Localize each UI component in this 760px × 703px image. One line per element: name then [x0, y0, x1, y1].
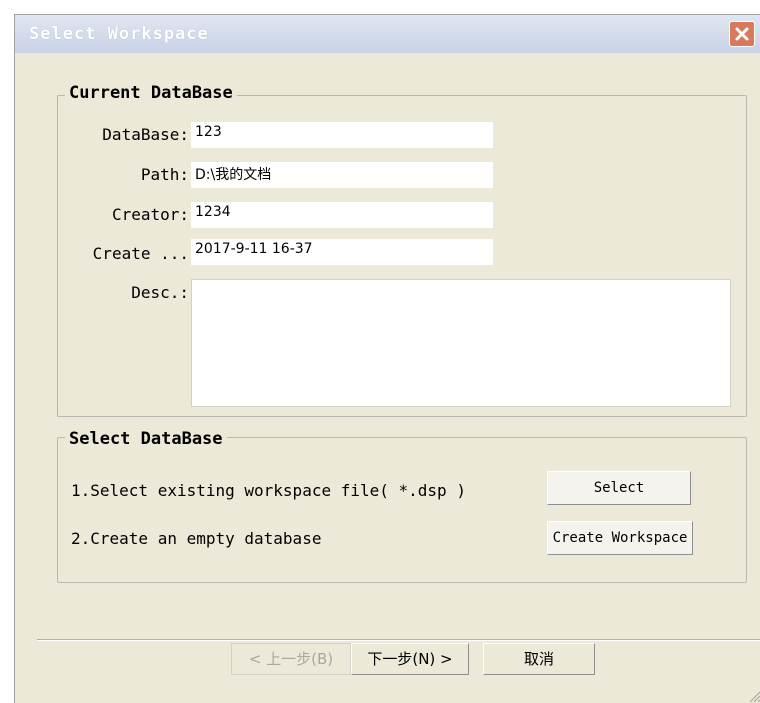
select-database-legend: Select DataBase: [65, 429, 227, 449]
select-existing-text: 1.Select existing workspace file( *.dsp …: [71, 481, 466, 500]
path-field[interactable]: D:\我的文档: [191, 162, 493, 188]
path-label: Path:: [140, 165, 189, 184]
select-workspace-dialog: Select Workspace Current DataBase DataBa…: [14, 14, 760, 703]
close-icon: [735, 27, 749, 41]
back-button[interactable]: < 上一步(B): [231, 643, 351, 675]
close-button[interactable]: [729, 21, 755, 47]
current-database-legend: Current DataBase: [65, 83, 237, 103]
create-date-label: Create ...: [92, 244, 189, 263]
cancel-button[interactable]: 取消: [483, 643, 595, 675]
create-workspace-button[interactable]: Create Workspace: [547, 521, 693, 555]
database-label: DataBase:: [102, 125, 189, 144]
database-field[interactable]: 123: [191, 122, 493, 148]
select-button[interactable]: Select: [547, 471, 691, 505]
footer-separator: [37, 639, 760, 641]
title-bar[interactable]: Select Workspace: [15, 15, 760, 53]
window-title: Select Workspace: [29, 24, 209, 44]
creator-label: Creator:: [111, 205, 189, 224]
desc-label: Desc.:: [131, 283, 189, 302]
resize-grip-icon[interactable]: [747, 689, 760, 703]
create-date-field[interactable]: 2017-9-11 16-37: [191, 239, 493, 265]
description-field[interactable]: [191, 279, 731, 407]
select-database-group: [57, 437, 747, 583]
creator-field[interactable]: 1234: [191, 202, 493, 228]
create-empty-text: 2.Create an empty database: [71, 529, 322, 548]
next-button[interactable]: 下一步(N) >: [351, 643, 469, 675]
